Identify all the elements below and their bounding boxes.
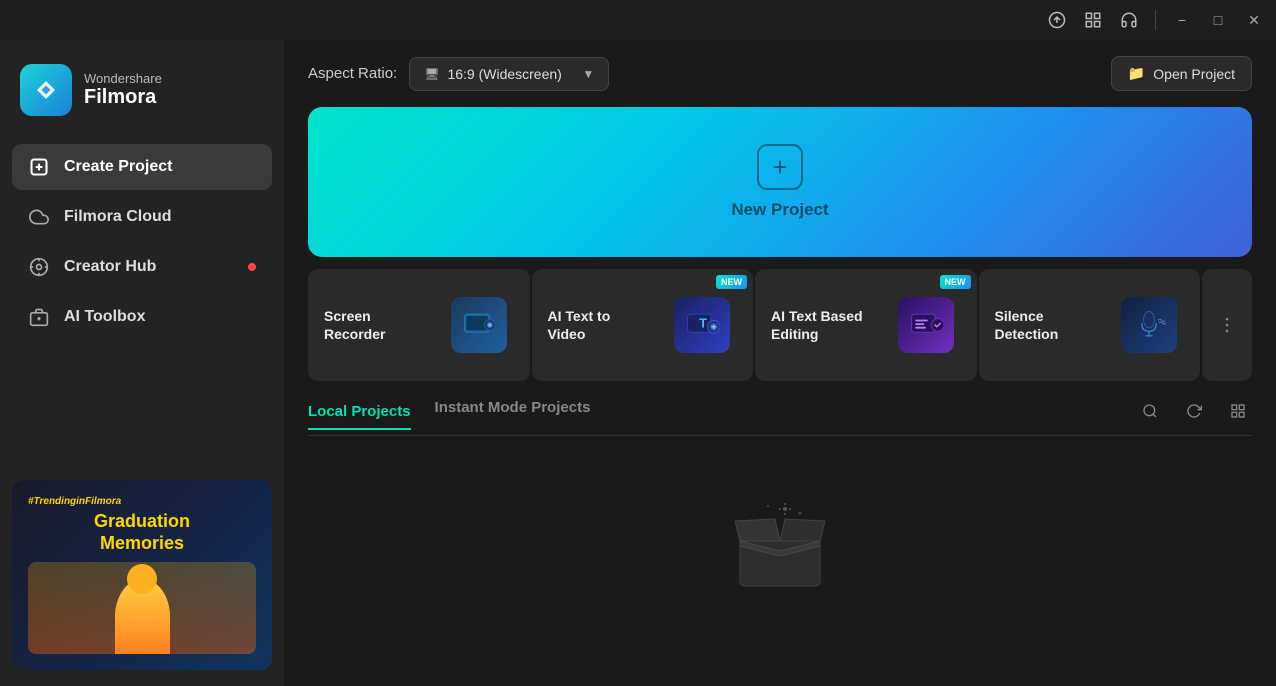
aspect-ratio-area: Aspect Ratio: 🖥 16:9 (Widescreen) ▼ [308, 57, 609, 91]
title-bar: − □ ✕ [0, 0, 1276, 40]
new-project-plus-icon: + [757, 144, 803, 190]
sidebar-item-filmora-cloud[interactable]: Filmora Cloud [12, 194, 272, 240]
projects-tabs: Local Projects Instant Mode Projects [308, 397, 1252, 436]
ai-text-to-video-image: T [667, 290, 737, 360]
ai-text-based-editing-image [891, 290, 961, 360]
create-project-icon [28, 156, 50, 178]
sidebar-item-ai-toolbox[interactable]: AI Toolbox [12, 294, 272, 340]
aspect-ratio-dropdown[interactable]: 🖥 16:9 (Widescreen) ▼ [409, 57, 609, 91]
projects-empty-state [308, 436, 1252, 686]
tool-card-screen-recorder[interactable]: Screen Recorder [308, 269, 530, 381]
silence-detection-image [1114, 290, 1184, 360]
sidebar-item-create-project[interactable]: Create Project [12, 144, 272, 190]
upload-icon[interactable] [1047, 10, 1067, 30]
svg-text:T: T [699, 317, 707, 331]
app-body: Wondershare Filmora Create Project [0, 40, 1276, 686]
open-project-button[interactable]: 📁 Open Project [1111, 56, 1252, 91]
sidebar-item-label: Creator Hub [64, 258, 156, 276]
promo-image [28, 562, 256, 654]
tab-local-projects[interactable]: Local Projects [308, 403, 411, 430]
close-button[interactable]: ✕ [1244, 10, 1264, 30]
ai-text-to-video-label: AI Text to Video [548, 307, 648, 343]
headset-icon[interactable] [1119, 10, 1139, 30]
title-bar-icons: − □ ✕ [1047, 10, 1264, 30]
maximize-button[interactable]: □ [1208, 10, 1228, 30]
tool-card-ai-text-to-video[interactable]: NEW AI Text to Video T [532, 269, 754, 381]
screen-recorder-image [444, 290, 514, 360]
nav-items: Create Project Filmora Cloud [0, 136, 284, 348]
sidebar-item-label: Create Project [64, 158, 173, 176]
chevron-down-icon: ▼ [582, 67, 594, 81]
ai-text-based-editing-label: AI Text Based Editing [771, 307, 871, 343]
logo-brand: Wondershare [84, 71, 162, 86]
tool-cards-row: Screen Recorder NEW A [308, 269, 1252, 381]
aspect-ratio-value: 16:9 (Widescreen) [447, 66, 574, 82]
more-tools-button[interactable] [1202, 269, 1252, 381]
aspect-ratio-label: Aspect Ratio: [308, 65, 397, 82]
projects-actions [1136, 397, 1252, 425]
ai-toolbox-icon [28, 306, 50, 328]
tab-instant-mode-projects[interactable]: Instant Mode Projects [435, 399, 591, 424]
header-bar: Aspect Ratio: 🖥 16:9 (Widescreen) ▼ 📁 Op… [284, 40, 1276, 107]
logo-icon [20, 64, 72, 116]
cloud-icon [28, 206, 50, 228]
screen-recorder-label: Screen Recorder [324, 307, 424, 343]
logo-text: Wondershare Filmora [84, 71, 162, 109]
nav-notification-dot [248, 263, 256, 271]
new-badge: NEW [940, 275, 971, 289]
folder-icon: 📁 [1128, 65, 1145, 82]
layout-button[interactable] [1224, 397, 1252, 425]
new-badge: NEW [716, 275, 747, 289]
tool-card-silence-detection[interactable]: Silence Detection [979, 269, 1201, 381]
sidebar-item-label: Filmora Cloud [64, 208, 172, 226]
main-content: Aspect Ratio: 🖥 16:9 (Widescreen) ▼ 📁 Op… [284, 40, 1276, 686]
search-button[interactable] [1136, 397, 1164, 425]
logo-area: Wondershare Filmora [0, 40, 284, 136]
logo-product: Filmora [84, 86, 162, 109]
sidebar-item-label: AI Toolbox [64, 308, 145, 326]
monitor-icon: 🖥 [424, 67, 439, 81]
projects-area: Local Projects Instant Mode Projects [308, 397, 1252, 686]
sidebar-promo[interactable]: #TrendinginFilmora Graduation Memories [12, 480, 272, 670]
grid-icon[interactable] [1083, 10, 1103, 30]
open-project-label: Open Project [1153, 66, 1235, 82]
title-divider [1155, 10, 1156, 30]
sidebar: Wondershare Filmora Create Project [0, 40, 284, 686]
sidebar-item-creator-hub[interactable]: Creator Hub [12, 244, 272, 290]
new-project-label: New Project [731, 200, 828, 220]
refresh-button[interactable] [1180, 397, 1208, 425]
promo-tag: #TrendinginFilmora [28, 496, 121, 507]
minimize-button[interactable]: − [1172, 10, 1192, 30]
promo-title: Graduation Memories [94, 511, 190, 554]
new-project-banner[interactable]: + New Project [308, 107, 1252, 257]
creator-hub-icon [28, 256, 50, 278]
tool-card-ai-text-based-editing[interactable]: NEW AI Text Based Editing [755, 269, 977, 381]
silence-detection-label: Silence Detection [995, 307, 1095, 343]
window-controls: − □ ✕ [1172, 10, 1264, 30]
